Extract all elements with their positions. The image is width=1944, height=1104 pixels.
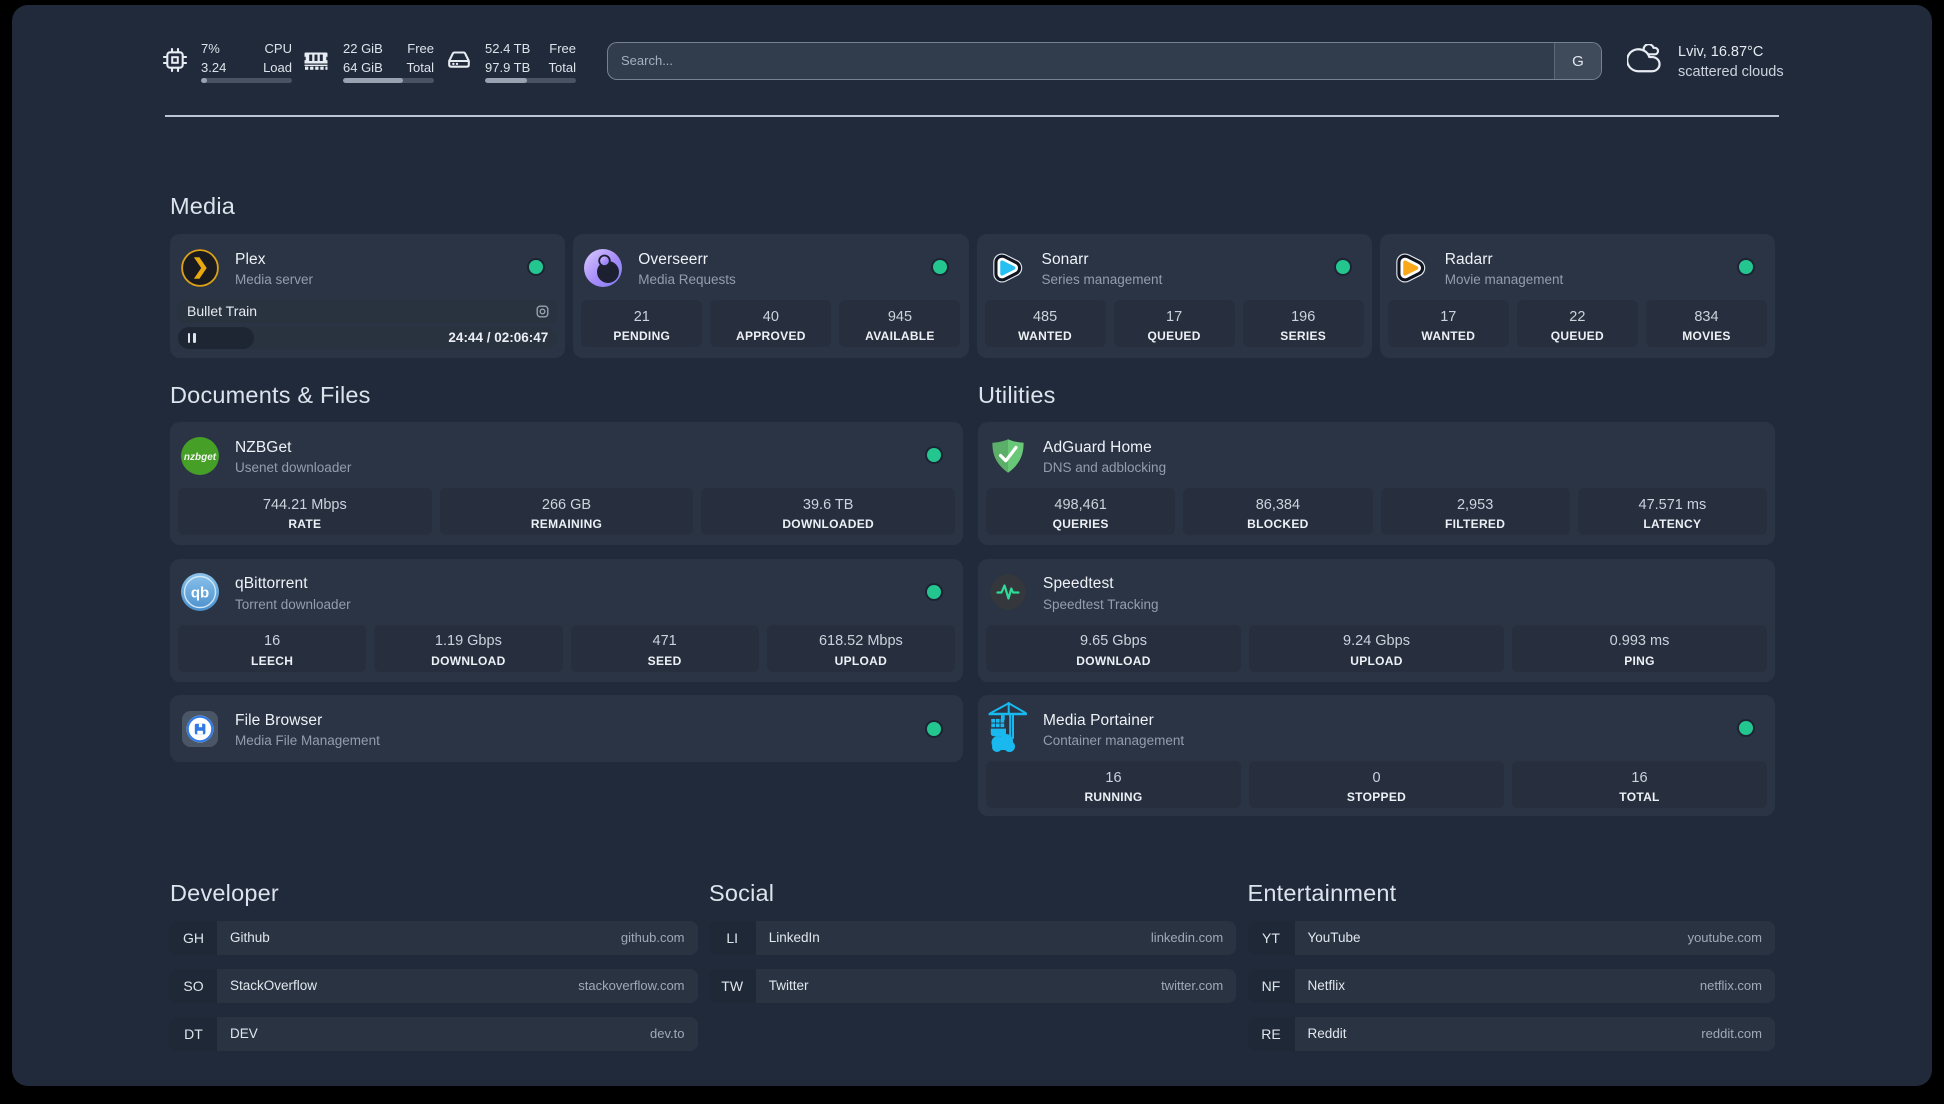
svg-text:qb: qb [191, 585, 209, 602]
svg-text:nzbget: nzbget [184, 452, 217, 463]
